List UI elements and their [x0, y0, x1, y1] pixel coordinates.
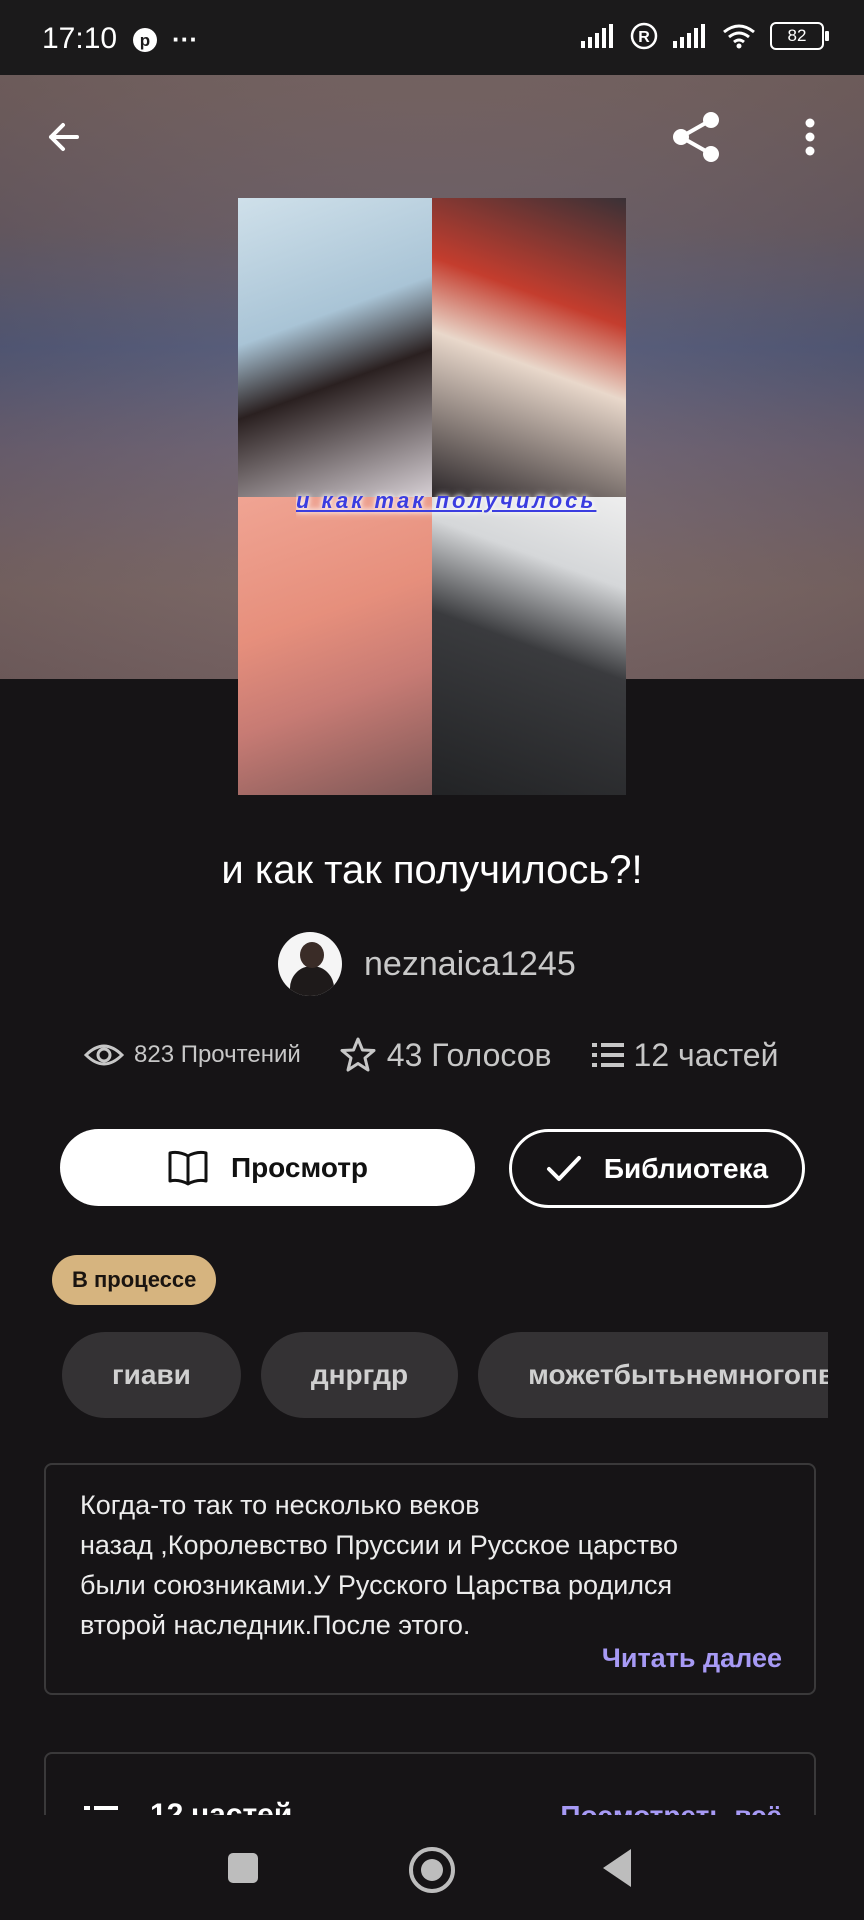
- author-name: neznaica1245: [364, 944, 576, 983]
- more-vert-icon: [805, 118, 815, 156]
- back-button[interactable]: [38, 112, 88, 162]
- tag-item[interactable]: гиави: [62, 1332, 241, 1418]
- more-button[interactable]: [790, 112, 830, 162]
- share-icon: [673, 112, 719, 162]
- back-nav-button[interactable]: [603, 1849, 631, 1887]
- votes-count: 43 Голосов: [386, 1036, 552, 1073]
- eye-icon: [84, 1044, 124, 1066]
- description-card: Когда-то так то несколько веков назад ,К…: [44, 1463, 816, 1695]
- status-left-icons: p ···: [132, 24, 198, 55]
- parts-stat: 12 частей: [591, 1036, 779, 1074]
- home-button[interactable]: [409, 1847, 455, 1893]
- description-text: Когда-то так то несколько веков назад ,К…: [80, 1490, 679, 1640]
- library-button[interactable]: Библиотека: [509, 1129, 805, 1208]
- status-badge: В процессе: [52, 1255, 217, 1305]
- recents-button[interactable]: [228, 1853, 258, 1883]
- book-open-icon: [168, 1150, 208, 1185]
- list-icon: [591, 1043, 624, 1067]
- check-icon: [546, 1155, 581, 1181]
- arrow-left-icon: [49, 123, 79, 151]
- view-button[interactable]: Просмотр: [60, 1129, 475, 1206]
- story-cover[interactable]: и как так получилось: [238, 198, 626, 795]
- reads-stat: 823 Прочтений: [84, 1041, 301, 1069]
- tag-item[interactable]: днргдр: [260, 1332, 459, 1418]
- view-button-label: Просмотр: [230, 1151, 369, 1183]
- reads-count: 823 Прочтений: [134, 1041, 301, 1068]
- read-more-link[interactable]: Читать далее: [602, 1643, 782, 1674]
- star-icon: [340, 1037, 376, 1072]
- tag-item[interactable]: можетбытьнемногопвл: [478, 1332, 828, 1418]
- battery-indicator: 82: [770, 22, 829, 50]
- avatar: [278, 932, 342, 996]
- share-button[interactable]: [666, 108, 728, 166]
- status-right: R 82: [580, 22, 829, 50]
- cover-panel: [432, 198, 626, 497]
- cover-panel: [238, 198, 432, 497]
- cover-panel: [238, 496, 432, 795]
- wifi-icon: [723, 24, 755, 49]
- parts-count: 12 частей: [633, 1036, 779, 1073]
- author-link[interactable]: neznaica1245: [278, 932, 576, 996]
- battery-level: 82: [787, 26, 807, 45]
- votes-stat: 43 Голосов: [339, 1036, 552, 1074]
- svg-text:R: R: [638, 29, 650, 46]
- status-time: 17:10: [42, 22, 118, 55]
- status-bar: 17:10 p ··· R 82: [0, 0, 864, 75]
- system-nav-bar: [0, 1815, 864, 1920]
- overflow-dots: ···: [172, 24, 198, 54]
- library-button-label: Библиотека: [603, 1152, 769, 1184]
- svg-text:p: p: [140, 31, 150, 50]
- pinterest-icon: p: [133, 27, 157, 52]
- roaming-icon: R: [630, 22, 658, 50]
- cover-overlay-text: и как так получилось: [296, 488, 597, 513]
- signal-icon: [581, 24, 613, 48]
- cover-panel: [432, 496, 626, 795]
- story-stats: 823 Прочтений 43 Голосов 12 частей: [84, 1036, 778, 1074]
- tag-list: гиави днргдр можетбытьнемногопвл: [62, 1332, 828, 1418]
- signal-icon-2: [673, 24, 705, 48]
- story-title: и как так получилось?!: [221, 848, 643, 892]
